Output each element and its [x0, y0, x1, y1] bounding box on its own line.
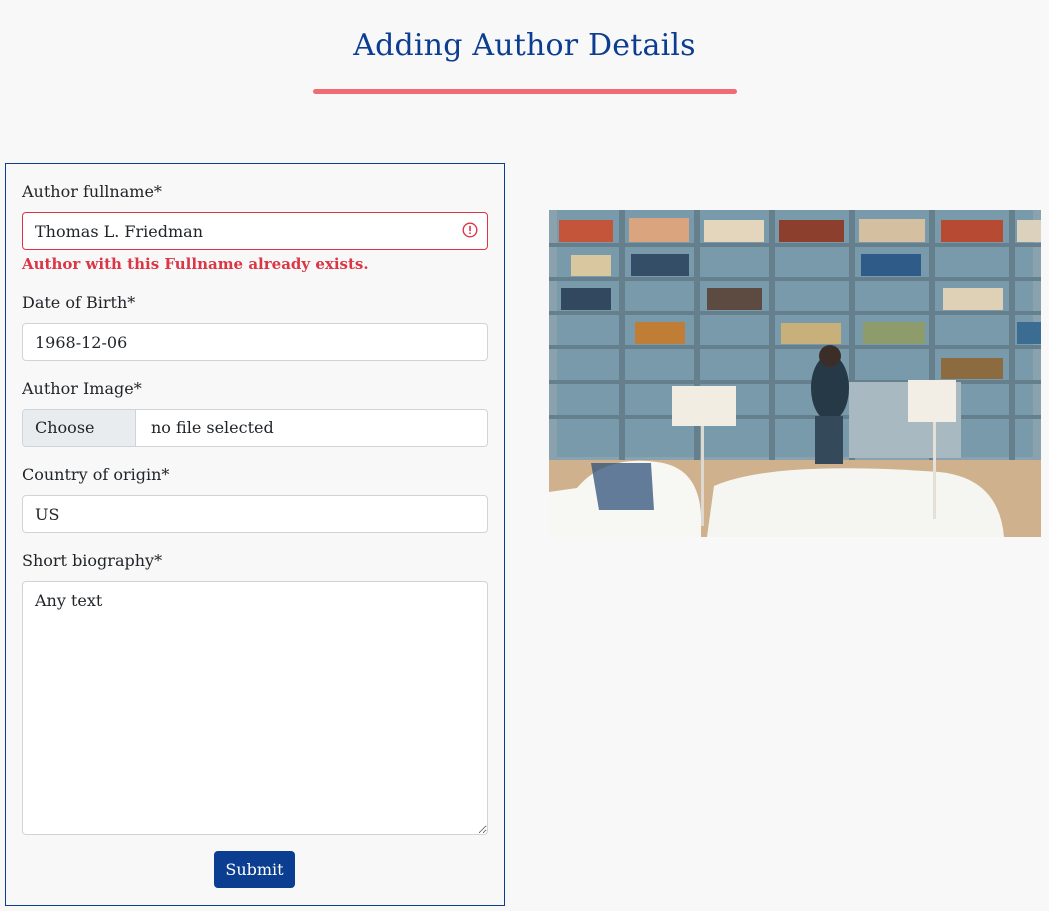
biography-textarea[interactable]: Any text — [22, 581, 488, 835]
dob-input[interactable] — [22, 323, 488, 361]
page-title: Adding Author Details — [353, 28, 696, 63]
fullname-label: Author fullname* — [22, 182, 162, 201]
country-label: Country of origin* — [22, 465, 170, 484]
title-underline — [313, 89, 737, 94]
error-icon — [462, 222, 478, 238]
image-label: Author Image* — [22, 379, 142, 398]
choose-file-button[interactable]: Choose File — [23, 410, 136, 446]
fullname-input[interactable] — [22, 212, 488, 250]
library-illustration — [549, 210, 1041, 537]
image-file-input[interactable]: Choose File no file selected — [22, 409, 488, 447]
author-form: Author fullname* Author with this Fullna… — [5, 163, 505, 906]
submit-button[interactable]: Submit — [214, 851, 295, 888]
file-status-text: no file selected — [151, 418, 274, 437]
library-image — [549, 210, 1041, 537]
fullname-error-message: Author with this Fullname already exists… — [22, 255, 369, 273]
biography-label: Short biography* — [22, 551, 163, 570]
country-input[interactable] — [22, 495, 488, 533]
fullname-field-wrapper — [22, 212, 488, 250]
dob-label: Date of Birth* — [22, 293, 136, 312]
